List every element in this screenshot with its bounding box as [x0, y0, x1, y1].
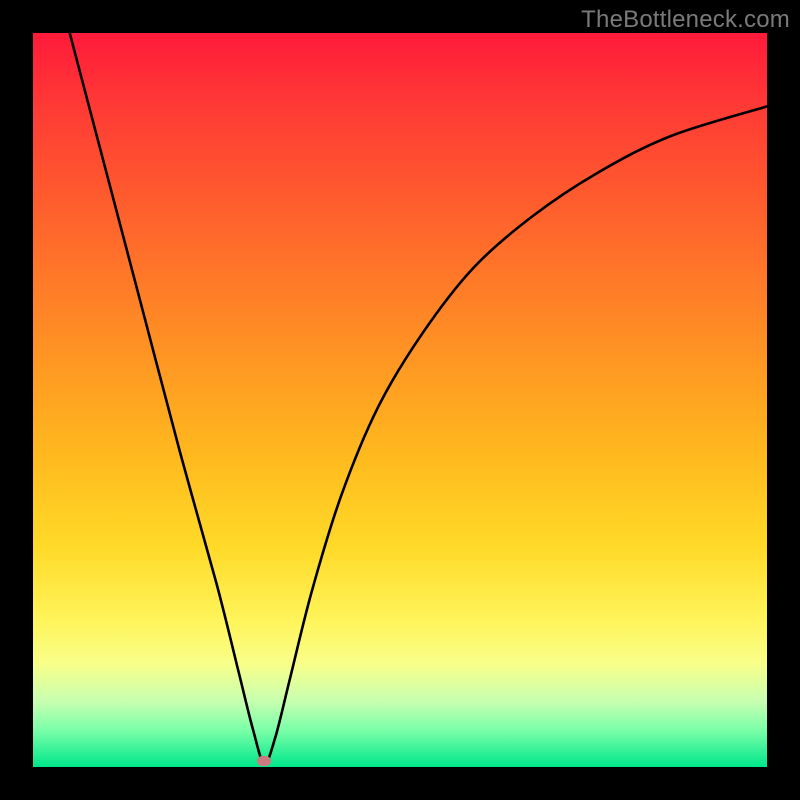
bottleneck-curve	[33, 33, 767, 767]
chart-frame: TheBottleneck.com	[0, 0, 800, 800]
plot-area	[33, 33, 767, 767]
watermark-text: TheBottleneck.com	[581, 6, 790, 34]
minimum-marker	[257, 756, 271, 766]
